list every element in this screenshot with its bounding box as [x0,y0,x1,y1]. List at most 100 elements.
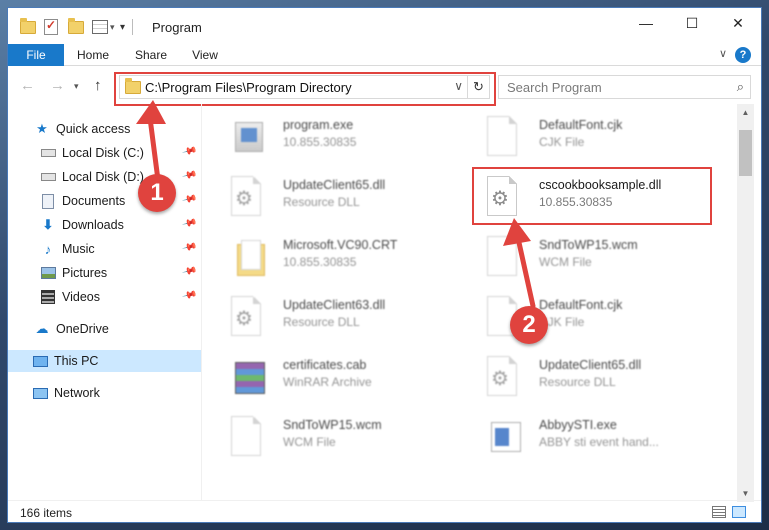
star-icon: ★ [36,121,48,136]
exe-icon [231,116,267,158]
ribbon-tabs: File Home Share View ∨ ? [8,44,761,66]
title-separator [132,18,133,36]
tab-home[interactable]: Home [68,44,118,66]
cloud-icon: ☁ [35,321,49,336]
file-name: DefaultFont.cjk [539,298,623,312]
details-view-icon[interactable] [712,506,726,518]
maximize-button[interactable]: ☐ [669,8,715,38]
sidebar-item-onedrive[interactable]: ☁ OneDrive [8,318,201,340]
file-detail: WCM File [539,255,592,269]
sidebar-item-label: Pictures [62,266,108,280]
tiles-view-icon[interactable] [732,506,746,518]
pin-icon[interactable]: 📌 [181,264,197,280]
file-tile[interactable]: program.exe 10.855.30835 [211,110,447,162]
quick-access-folder-icon[interactable] [20,17,36,36]
pin-icon[interactable]: 📌 [181,144,197,160]
close-button[interactable]: ✕ [715,8,761,38]
sidebar-item-local-disk-c[interactable]: Local Disk (C:) 📌 [8,142,201,164]
forward-arrow-icon[interactable]: → [50,77,65,94]
sidebar-item-quick-access[interactable]: ★ Quick access [8,118,201,140]
file-detail: 10.855.30835 [283,255,357,269]
scroll-thumb[interactable] [739,130,752,176]
file-detail: Resource DLL [283,315,360,329]
file-tile[interactable]: ⚙ UpdateClient65.dll Resource DLL [211,170,447,222]
sidebar-item-downloads[interactable]: ⬇ Downloads 📌 [8,214,201,236]
file-detail: WCM File [283,435,336,449]
videos-icon [40,289,56,305]
customize-toolbar-icon[interactable]: ▾ [92,18,115,36]
tab-file[interactable]: File [8,44,64,66]
sidebar-item-music[interactable]: ♪ Music 📌 [8,238,201,260]
file-tile[interactable]: SndToWP15.wcm WCM File [211,410,447,462]
file-detail: ABBY sti event hand... [539,435,659,449]
up-arrow-icon[interactable]: ↑ [94,77,102,94]
vertical-scrollbar[interactable]: ▲ ▼ [737,104,754,502]
step-marker-1: 1 [138,174,176,212]
file-name: AbbyySTI.exe [539,418,617,432]
pin-icon[interactable]: 📌 [181,168,197,184]
explorer-window: ▾ ▾ Program — ☐ ✕ File Home Share View ∨… [8,8,761,522]
search-input[interactable] [499,76,719,98]
documents-icon [40,193,56,209]
file-name: certificates.cab [283,358,367,372]
pin-icon[interactable]: 📌 [181,216,197,232]
file-name: Microsoft.VC90.CRT [283,238,398,252]
drive-icon [40,169,56,185]
properties-check-icon[interactable] [44,18,58,36]
file-list: program.exe 10.855.30835 ⚙ UpdateClient6… [211,104,736,500]
network-icon [32,385,48,401]
exe-icon [487,416,523,458]
scroll-up-icon[interactable]: ▲ [737,104,754,121]
address-highlight-box [114,72,496,106]
dll-icon: ⚙ [231,176,267,218]
sidebar-item-videos[interactable]: Videos 📌 [8,286,201,308]
sidebar-item-pictures[interactable]: Pictures 📌 [8,262,201,284]
navigation-pane: ★ Quick access Local Disk (C:) 📌 Local D… [8,104,201,500]
window-title: Program [152,20,202,35]
sidebar-item-label: Local Disk (D:) [62,170,144,184]
search-box[interactable]: ⌕ [498,75,751,99]
sidebar-item-label: Documents [62,194,126,208]
quick-access-dropdown-icon[interactable]: ▾ [120,18,125,36]
file-tile[interactable]: DefaultFont.cjk CJK File [467,110,703,162]
file-tile[interactable]: ⚙ UpdateClient65.dll Resource DLL [467,350,703,402]
file-tile[interactable]: DefaultFont.cjk CJK File [467,290,703,342]
pin-icon[interactable]: 📌 [181,288,197,304]
tab-view[interactable]: View [182,44,228,66]
sidebar-item-network[interactable]: Network [8,382,201,404]
sidebar-item-label: This PC [54,354,99,368]
file-highlight-box [472,167,712,225]
recent-locations-icon[interactable]: ▾ [74,81,79,92]
file-name: SndToWP15.wcm [539,238,638,252]
file-tile[interactable]: SndToWP15.wcm WCM File [467,230,703,282]
title-bar: ▾ ▾ Program — ☐ ✕ [8,8,761,44]
pane-divider [201,104,202,500]
file-detail: Resource DLL [539,375,616,389]
file-tile[interactable]: ⚙ UpdateClient63.dll Resource DLL [211,290,447,342]
file-name: SndToWP15.wcm [283,418,382,432]
file-tile[interactable]: certificates.cab WinRAR Archive [211,350,447,402]
new-folder-icon[interactable] [68,17,84,36]
file-tile[interactable]: AbbyySTI.exe ABBY sti event hand... [467,410,703,462]
file-name: UpdateClient63.dll [283,298,386,312]
file-icon [487,116,523,158]
tab-share[interactable]: Share [126,44,176,66]
file-name: UpdateClient65.dll [283,178,386,192]
expand-ribbon-icon[interactable]: ∨ [719,47,727,60]
pictures-icon [40,265,56,281]
sidebar-item-label: Quick access [56,122,131,136]
sidebar-item-this-pc[interactable]: This PC [8,350,201,372]
music-icon: ♪ [44,241,52,257]
search-icon: ⌕ [736,79,744,94]
sidebar-item-label: Music [62,242,95,256]
file-detail: WinRAR Archive [283,375,372,389]
back-arrow-icon[interactable]: ← [20,77,35,94]
pin-icon[interactable]: 📌 [181,240,197,256]
help-icon[interactable]: ? [735,47,751,63]
sidebar-item-label: Local Disk (C:) [62,146,144,160]
pin-icon[interactable]: 📌 [181,192,197,208]
item-count: 166 items [20,506,73,520]
file-tile[interactable]: Microsoft.VC90.CRT 10.855.30835 [211,230,447,282]
dll-icon: ⚙ [231,296,267,338]
minimize-button[interactable]: — [623,8,669,38]
